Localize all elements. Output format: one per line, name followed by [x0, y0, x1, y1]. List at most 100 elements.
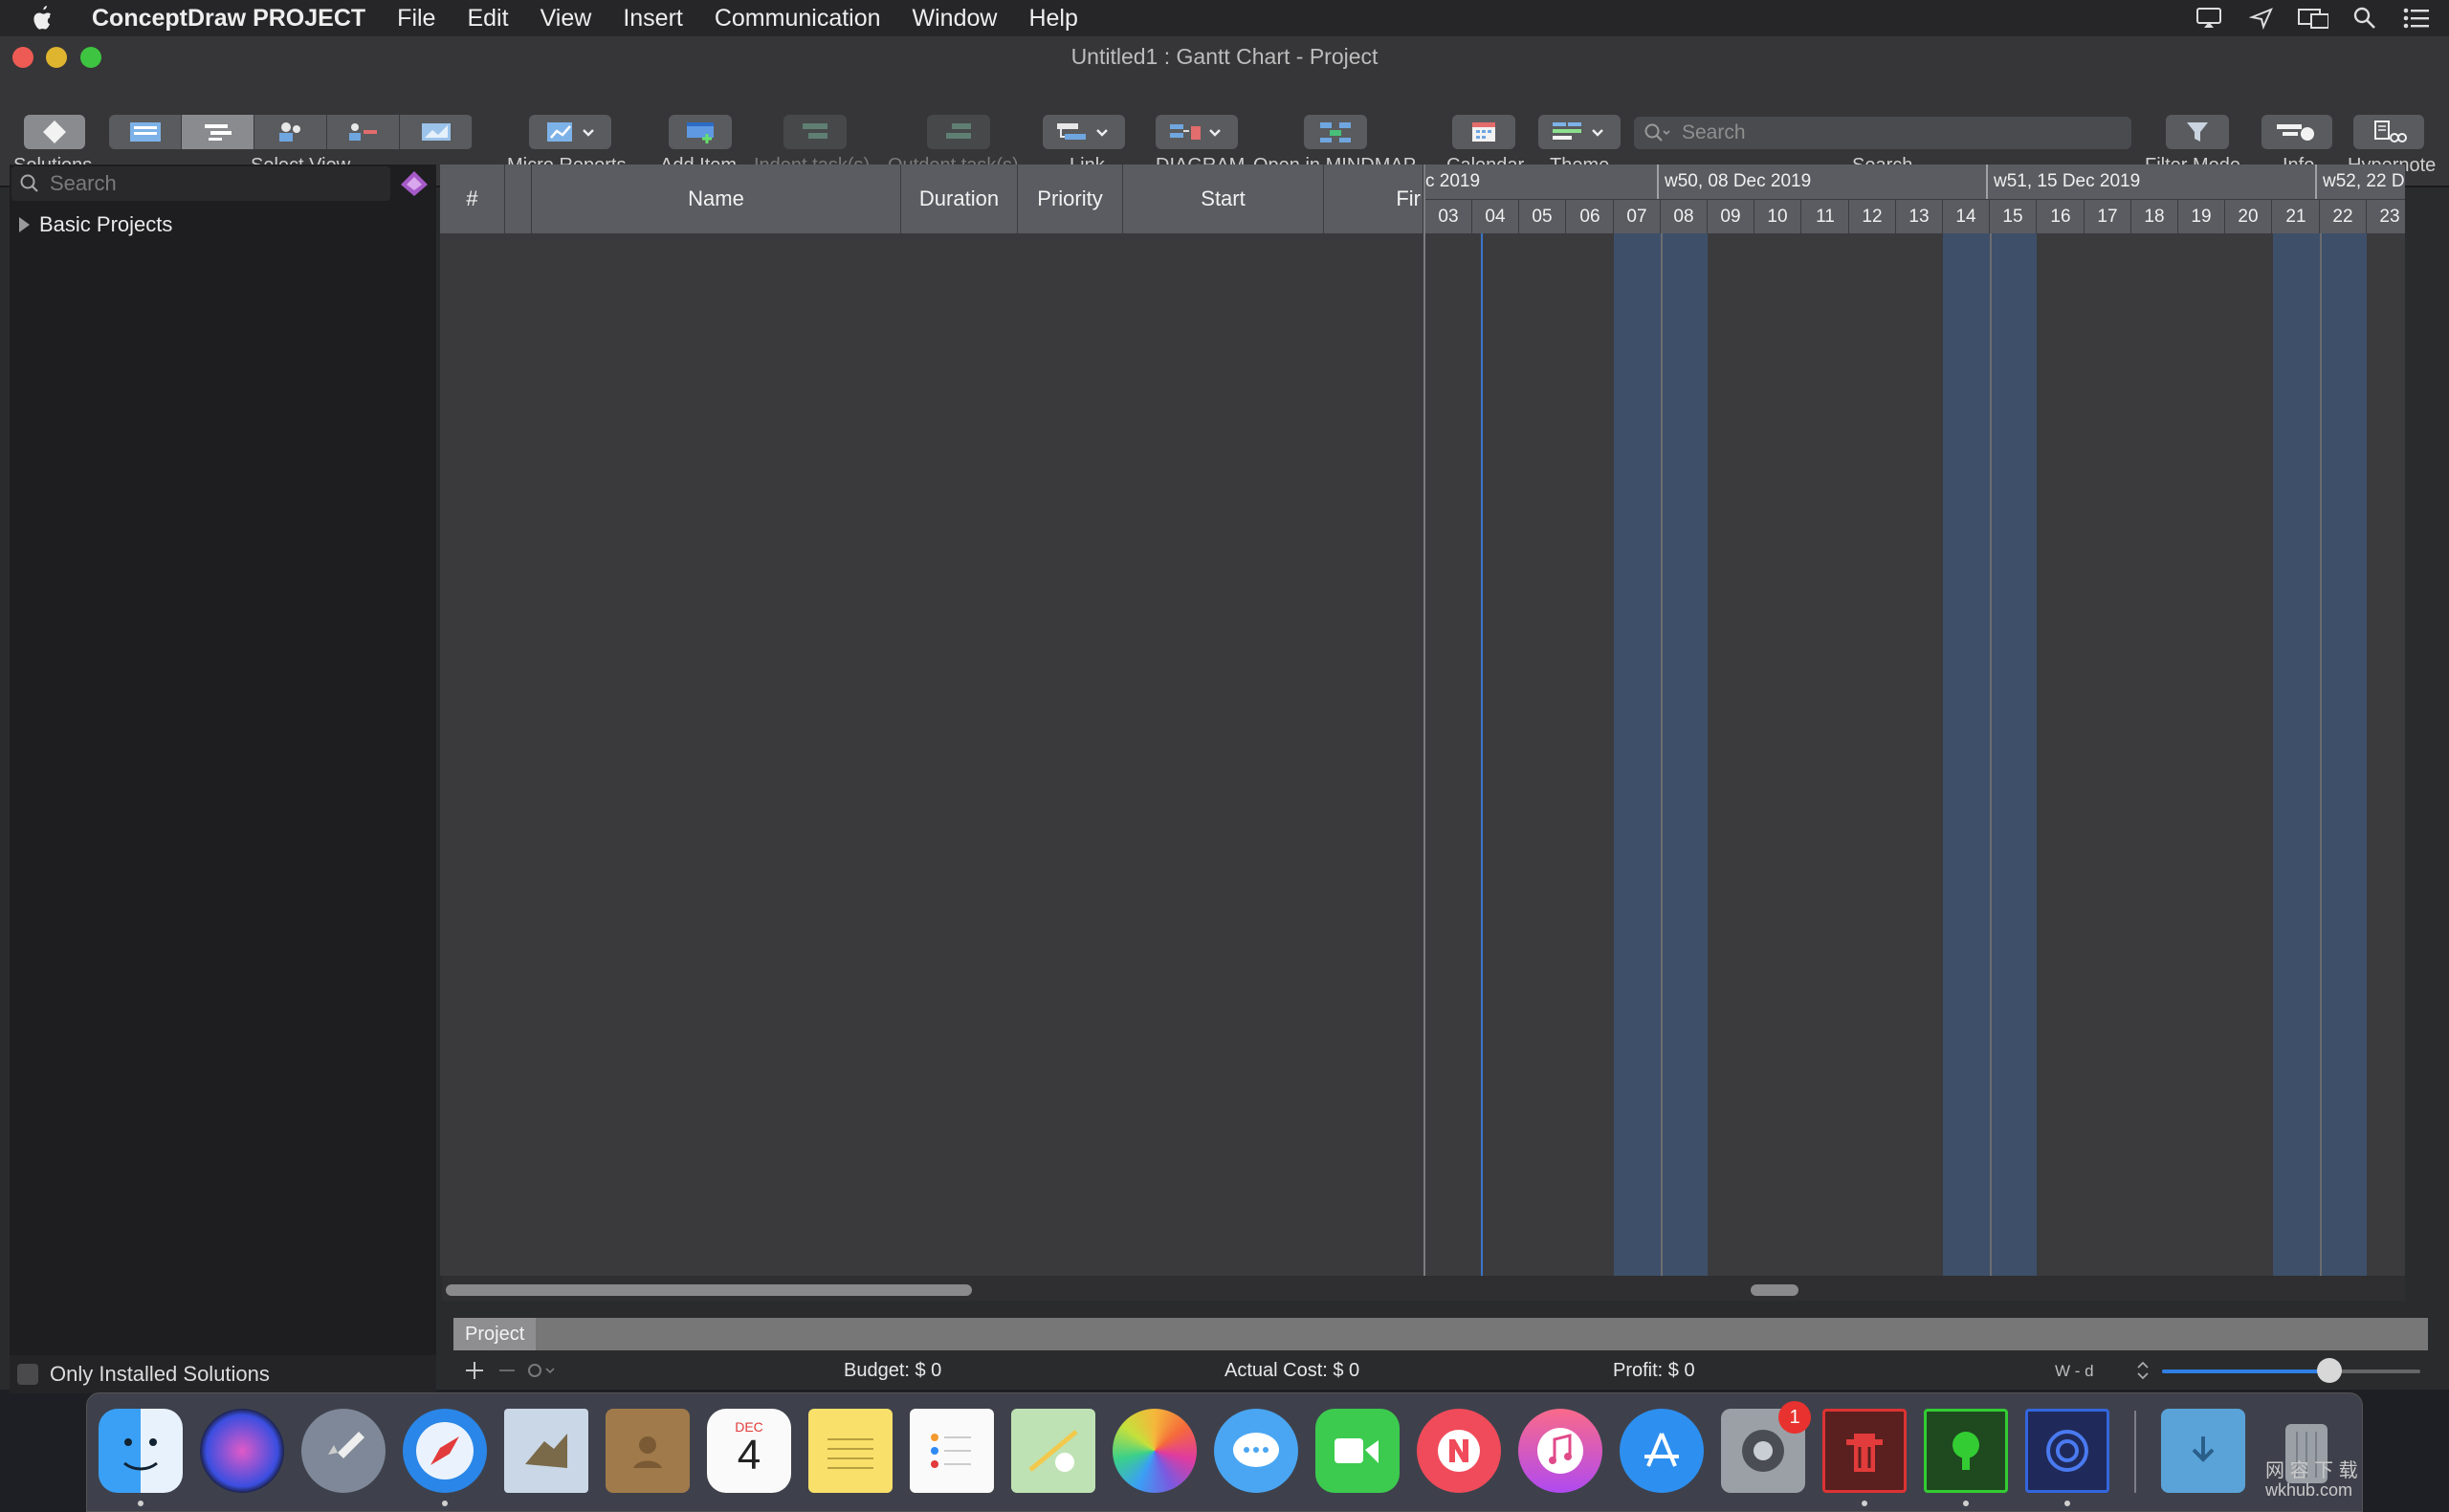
- horizontal-scrollbar[interactable]: [442, 1276, 2405, 1301]
- only-installed-checkbox[interactable]: [17, 1364, 38, 1385]
- zoom-slider-fill: [2162, 1370, 2323, 1373]
- col-header-priority[interactable]: Priority: [1018, 164, 1123, 233]
- tree-item-basic-projects[interactable]: Basic Projects: [19, 212, 172, 237]
- mail-stamp-icon[interactable]: [504, 1409, 588, 1493]
- gantt-week-header: c 2019 w50, 08 Dec 2019 w51, 15 Dec 2019…: [1425, 164, 2405, 199]
- zoom-slider-knob[interactable]: [2317, 1358, 2342, 1383]
- gantt-today-line: [1481, 233, 1483, 1276]
- menu-edit[interactable]: Edit: [467, 5, 508, 33]
- view-dashboard-icon[interactable]: [400, 115, 473, 149]
- calendar-icon[interactable]: [1452, 115, 1515, 149]
- finder-icon[interactable]: [99, 1409, 183, 1493]
- theme-tool[interactable]: Theme: [1538, 115, 1621, 176]
- outdent-icon[interactable]: [927, 115, 990, 149]
- col-header-name[interactable]: Name: [532, 164, 901, 233]
- notification-center-icon[interactable]: [2401, 6, 2432, 31]
- select-view-segmented[interactable]: [109, 115, 473, 149]
- screen-share-icon[interactable]: [2195, 6, 2225, 31]
- view-resource-icon[interactable]: [254, 115, 327, 149]
- task-grid-body[interactable]: [440, 233, 1423, 1276]
- add-item-icon[interactable]: [669, 115, 732, 149]
- facetime-icon[interactable]: [1315, 1409, 1400, 1493]
- view-list-icon[interactable]: [109, 115, 182, 149]
- notes-icon[interactable]: [808, 1409, 893, 1493]
- siri-icon[interactable]: [200, 1409, 284, 1493]
- news-icon[interactable]: [1417, 1409, 1501, 1493]
- indent-icon[interactable]: [783, 115, 847, 149]
- filter-icon[interactable]: [2166, 115, 2229, 149]
- open-mindmap-tool[interactable]: Open in MINDMAP: [1253, 115, 1416, 176]
- hypernote-icon[interactable]: [2353, 115, 2424, 149]
- diagram-tool[interactable]: DIAGRAM: [1156, 115, 1245, 176]
- system-preferences-icon[interactable]: 1: [1721, 1401, 1811, 1493]
- gantt-chart[interactable]: c 2019 w50, 08 Dec 2019 w51, 15 Dec 2019…: [1423, 164, 2405, 1276]
- micro-reports-icon[interactable]: [529, 115, 611, 149]
- info-toggle-icon[interactable]: [2261, 115, 2332, 149]
- launchpad-icon[interactable]: [301, 1409, 386, 1493]
- mindmap-icon[interactable]: [1304, 115, 1367, 149]
- contacts-icon[interactable]: [606, 1409, 690, 1493]
- calendar-app-icon[interactable]: DEC 4: [707, 1409, 791, 1493]
- calendar-app-day: 4: [737, 1432, 761, 1479]
- apple-icon[interactable]: [29, 4, 67, 33]
- search-icon: [1644, 122, 1672, 143]
- maps-icon[interactable]: [1011, 1409, 1095, 1493]
- music-icon[interactable]: [1518, 1409, 1602, 1493]
- menu-help[interactable]: Help: [1028, 5, 1077, 33]
- col-header-number[interactable]: #: [440, 164, 505, 233]
- spotlight-icon[interactable]: [2350, 6, 2380, 31]
- solutions-tool[interactable]: Solutions: [13, 115, 92, 176]
- theme-icon[interactable]: [1538, 115, 1621, 149]
- add-row-button[interactable]: [461, 1356, 488, 1385]
- filter-mode-tool[interactable]: Filter Mode: [2145, 115, 2240, 176]
- conceptdraw-pro-icon[interactable]: [2025, 1409, 2109, 1493]
- micro-reports-tool[interactable]: Micro Reports: [507, 115, 626, 176]
- gantt-week-label: w51, 15 Dec 2019: [1988, 164, 2317, 199]
- col-header-finish[interactable]: Fir: [1324, 164, 1423, 233]
- reminders-icon[interactable]: [910, 1409, 994, 1493]
- calendar-tool[interactable]: Calendar: [1446, 115, 1524, 176]
- downloads-folder-icon[interactable]: [2161, 1409, 2245, 1493]
- conceptdraw-project-icon[interactable]: [1822, 1409, 1907, 1493]
- messages-icon[interactable]: [1214, 1409, 1298, 1493]
- app-store-icon[interactable]: [1620, 1409, 1704, 1493]
- col-header-start[interactable]: Start: [1123, 164, 1324, 233]
- solutions-icon[interactable]: [24, 115, 85, 149]
- info-tool[interactable]: Info: [2261, 115, 2332, 176]
- grid-scroll-thumb[interactable]: [446, 1284, 972, 1296]
- watermark-line-2: wkhub.com: [2265, 1480, 2353, 1500]
- menu-file[interactable]: File: [397, 5, 435, 33]
- remove-row-button[interactable]: [494, 1356, 520, 1385]
- row-options-button[interactable]: [524, 1356, 559, 1385]
- sidebar-search-input[interactable]: Search: [11, 166, 390, 201]
- view-resource-usage-icon[interactable]: [327, 115, 400, 149]
- menu-insert[interactable]: Insert: [623, 5, 683, 33]
- menu-window[interactable]: Window: [913, 5, 998, 33]
- link-tool[interactable]: Link: [1043, 115, 1125, 176]
- conceptdraw-mindmap-icon[interactable]: [1924, 1409, 2008, 1493]
- col-header-indicator[interactable]: [505, 164, 532, 233]
- safari-icon[interactable]: [403, 1409, 487, 1493]
- link-icon[interactable]: [1043, 115, 1125, 149]
- view-gantt-icon[interactable]: [182, 115, 254, 149]
- menu-communication[interactable]: Communication: [715, 5, 881, 33]
- location-arrow-icon[interactable]: [2246, 6, 2277, 31]
- menu-app-name[interactable]: ConceptDraw PROJECT: [92, 5, 365, 33]
- indent-tool[interactable]: Indent task(s): [754, 115, 870, 176]
- disclosure-triangle-icon[interactable]: [19, 217, 30, 232]
- airplay-icon[interactable]: [2298, 6, 2328, 31]
- hypernote-tool[interactable]: Hypernote: [2348, 115, 2436, 176]
- add-item-tool[interactable]: Add Item: [660, 115, 737, 176]
- timescale-stepper-icon[interactable]: [2131, 1356, 2154, 1385]
- toolbar-search-input[interactable]: Search: [1634, 117, 2131, 149]
- zoom-slider-track[interactable]: [2162, 1370, 2420, 1373]
- outdent-tool[interactable]: Outdent task(s): [888, 115, 1019, 176]
- menu-view[interactable]: View: [541, 5, 592, 33]
- diagram-icon[interactable]: [1156, 115, 1238, 149]
- gantt-scroll-thumb[interactable]: [1751, 1284, 1798, 1296]
- tab-project[interactable]: Project: [453, 1318, 537, 1350]
- photos-icon[interactable]: [1113, 1409, 1197, 1493]
- solutions-logo-icon[interactable]: [396, 166, 432, 201]
- only-installed-solutions-toggle[interactable]: Only Installed Solutions: [10, 1355, 436, 1393]
- col-header-duration[interactable]: Duration: [901, 164, 1018, 233]
